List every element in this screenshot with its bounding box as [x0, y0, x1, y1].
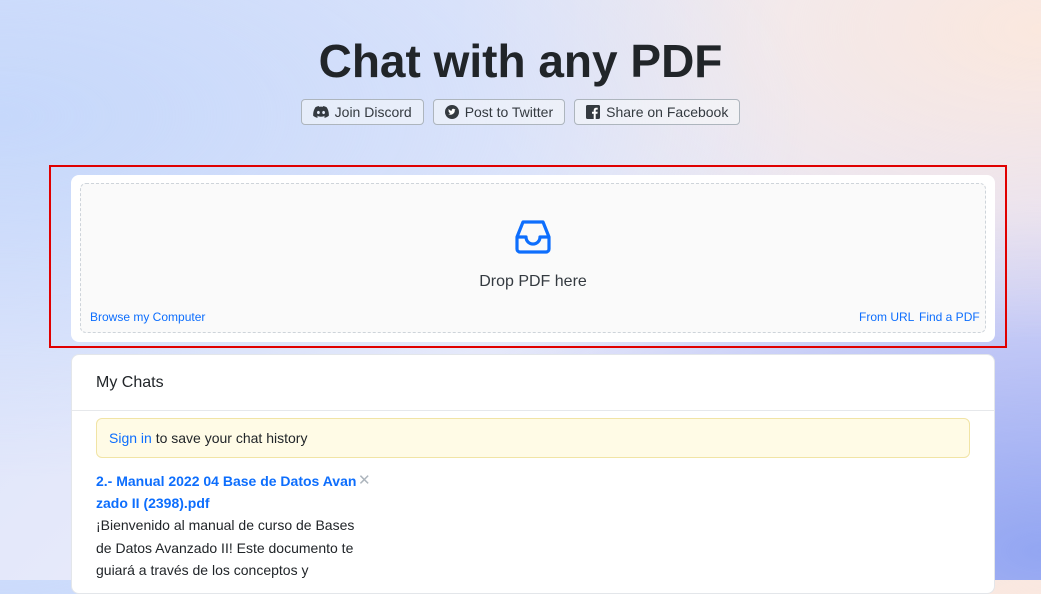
post-to-twitter-label: Post to Twitter [464, 104, 554, 120]
my-chats-card: My Chats Sign in to save your chat histo… [71, 354, 995, 594]
close-icon[interactable]: ✕ [358, 472, 371, 490]
twitter-icon [444, 105, 459, 119]
join-discord-button[interactable]: Join Discord [300, 99, 424, 125]
from-url-link[interactable]: From URL [859, 310, 914, 324]
browse-computer-link[interactable]: Browse my Computer [90, 310, 205, 324]
signin-alert-text: to save your chat history [151, 430, 308, 446]
post-to-twitter-button[interactable]: Post to Twitter [432, 99, 566, 125]
signin-alert: Sign in to save your chat history [96, 418, 970, 458]
social-buttons: Join Discord Post to Twitter Share on Fa… [0, 99, 1041, 125]
chat-list-item: 2.- Manual 2022 04 Base de Datos Avanzad… [96, 470, 386, 582]
chat-description: ¡Bienvenido al manual de curso de Bases … [96, 517, 355, 578]
upload-card: Drop PDF here Browse my Computer From UR… [71, 175, 995, 342]
page-title: Chat with any PDF [318, 35, 723, 87]
chat-title-link[interactable]: 2.- Manual 2022 04 Base de Datos Avanzad… [96, 470, 358, 514]
my-chats-heading: My Chats [72, 355, 994, 411]
share-on-facebook-button[interactable]: Share on Facebook [574, 99, 741, 125]
share-on-facebook-label: Share on Facebook [606, 104, 729, 120]
join-discord-label: Join Discord [334, 104, 412, 120]
find-pdf-link[interactable]: Find a PDF [919, 310, 980, 324]
sign-in-link[interactable]: Sign in [109, 430, 152, 446]
pdf-dropzone[interactable]: Drop PDF here Browse my Computer From UR… [80, 183, 986, 333]
drop-pdf-text: Drop PDF here [479, 273, 587, 290]
inbox-tray-icon [515, 220, 551, 254]
discord-icon [312, 105, 329, 118]
facebook-icon [586, 105, 601, 119]
